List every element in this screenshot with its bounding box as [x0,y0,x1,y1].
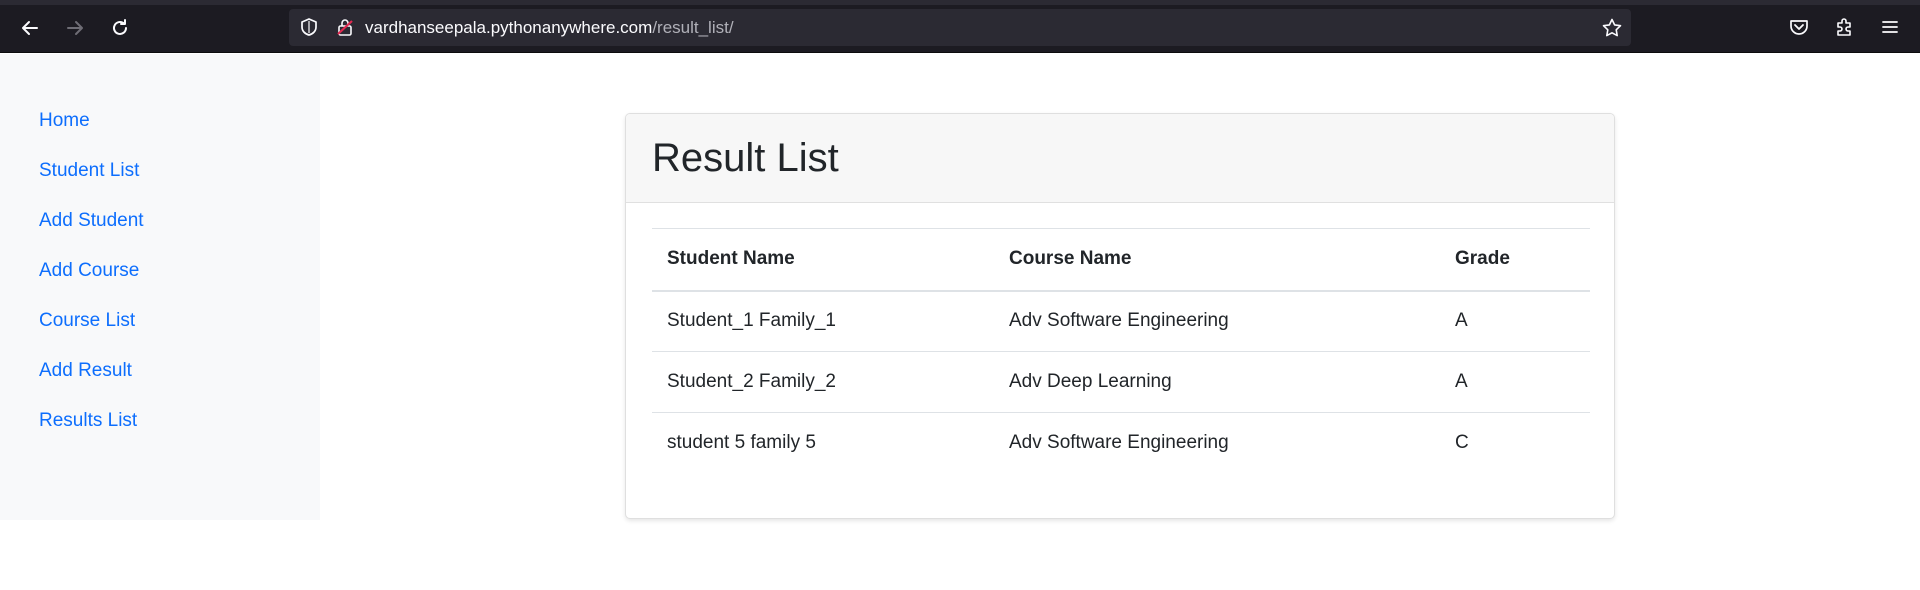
arrow-right-icon [67,21,83,35]
star-icon[interactable] [1601,17,1623,39]
sidebar-item-course-list: Course List [0,310,320,360]
cell-student-name: Student_1 Family_1 [652,290,994,352]
forward-button[interactable] [59,12,91,44]
add-student-link[interactable]: Add Student [39,210,144,231]
add-result-link[interactable]: Add Result [39,360,132,381]
app-menu-button[interactable] [1877,14,1903,40]
sidebar-item-student-list: Student List [0,160,320,210]
url-host: vardhanseepala.pythonanywhere.com [365,18,653,37]
header-student-name: Student Name [652,228,994,292]
cell-grade: A [1440,290,1590,352]
url-path: /result_list/ [652,18,734,37]
table-row: Student_2 Family_2 Adv Deep Learning A [652,351,1590,413]
insecure-lock-icon[interactable] [335,17,355,37]
sidebar-nav: Home Student List Add Student Add Course… [0,54,320,460]
browser-toolbar: vardhanseepala.pythonanywhere.com/result… [0,0,1920,53]
table-row: student 5 family 5 Adv Software Engineer… [652,413,1590,474]
back-button[interactable] [14,12,46,44]
sidebar-item-home: Home [0,110,320,160]
arrow-left-icon [22,21,38,35]
sidebar-item-add-student: Add Student [0,210,320,260]
shield-icon[interactable] [299,17,319,37]
course-list-link[interactable]: Course List [39,310,135,331]
cell-course-name: Adv Deep Learning [994,351,1440,413]
results-list-link[interactable]: Results List [39,410,137,431]
cell-grade: A [1440,351,1590,413]
cell-student-name: Student_2 Family_2 [652,351,994,413]
sidebar-item-add-result: Add Result [0,360,320,410]
reload-icon [113,19,127,35]
puzzle-icon [1837,18,1851,36]
sidebar: Home Student List Add Student Add Course… [0,54,320,520]
url-text[interactable]: vardhanseepala.pythonanywhere.com/result… [365,18,734,38]
table-row: Student_1 Family_1 Adv Software Engineer… [652,290,1590,352]
cell-grade: C [1455,432,1469,454]
extensions-button[interactable] [1832,14,1858,40]
student-list-link[interactable]: Student List [39,160,139,181]
url-bar[interactable]: vardhanseepala.pythonanywhere.com/result… [289,9,1631,46]
header-grade: Grade [1440,228,1590,292]
home-link[interactable]: Home [39,110,90,131]
sidebar-item-add-course: Add Course [0,260,320,310]
reload-button[interactable] [104,12,136,44]
cell-course-name: Adv Software Engineering [1009,432,1229,454]
page-title: Result List [652,136,839,180]
result-list-card: Result List Student Name Course Name Gra… [625,113,1615,519]
card-body: Student Name Course Name Grade Student_1… [626,203,1614,474]
pocket-button[interactable] [1786,14,1812,40]
pocket-icon [1790,20,1808,35]
table-header-row: Student Name Course Name Grade [652,228,1590,292]
header-course-name: Course Name [994,228,1440,292]
tab-strip [0,0,1920,5]
cell-student-name: student 5 family 5 [667,432,816,454]
cell-course-name: Adv Software Engineering [994,290,1440,352]
add-course-link[interactable]: Add Course [39,260,139,281]
results-table: Student Name Course Name Grade Student_1… [652,228,1590,474]
hamburger-menu-icon [1882,21,1898,33]
sidebar-item-results-list: Results List [0,410,320,460]
card-header: Result List [626,114,1614,203]
